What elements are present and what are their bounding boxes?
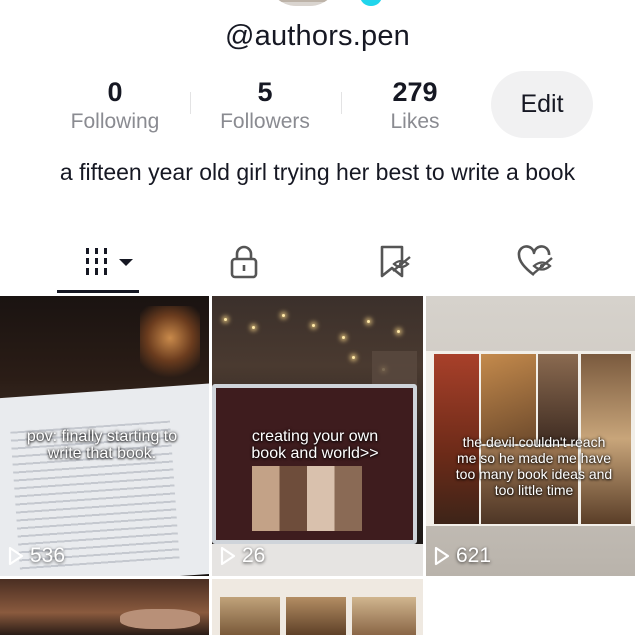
view-count-value: 536 [30,544,66,567]
string-light [282,314,285,317]
view-count-value: 621 [456,544,492,567]
video-caption: the devil couldn't reach me so he made m… [455,434,613,498]
heart-hidden-icon [517,245,553,277]
lock-icon [230,245,258,279]
thumbnail-image [120,609,200,629]
profile-tabs [0,234,635,294]
video-caption: creating your own book and world>> [251,428,379,462]
thumbnail-image [538,354,578,444]
string-light [342,336,345,339]
string-light [397,330,400,333]
stat-divider [190,92,191,114]
active-tab-indicator [57,290,139,293]
video-thumbnail[interactable]: creating your own book and world>> 26 [212,296,423,576]
view-count-value: 26 [242,544,266,567]
video-thumbnail[interactable]: the devil couldn't reach me so he made m… [426,296,635,576]
video-thumbnail[interactable] [212,579,423,635]
string-light [352,356,355,359]
play-icon [220,546,236,566]
thumbnail-image [286,597,346,635]
stat-divider [341,92,342,114]
video-grid: pov: finally starting to write that book… [0,296,635,635]
username: @authors.pen [224,20,410,52]
view-count: 621 [434,544,491,568]
stat-likes-value: 279 [392,77,438,107]
tab-videos[interactable] [57,234,167,290]
video-thumbnail[interactable]: pov: finally starting to write that book… [0,296,209,576]
avatar[interactable] [268,0,338,6]
tab-favorites[interactable] [340,234,450,290]
grid-bars-icon [86,248,133,275]
profile-bio: a fifteen year old girl trying her best … [59,159,576,185]
tab-private[interactable] [189,234,299,290]
stat-followers-label: Followers [220,110,310,133]
string-light [367,320,370,323]
string-light [252,326,255,329]
play-icon [434,546,450,566]
bookmark-hidden-icon [380,245,411,278]
verified-badge-icon [360,0,382,6]
stat-followers[interactable]: 5 Followers [200,76,330,136]
play-icon [8,546,24,566]
string-light [224,318,227,321]
thumbnail-image [481,354,536,444]
tab-liked[interactable] [481,234,591,290]
stat-following[interactable]: 0 Following [50,76,180,136]
thumbnail-image [252,466,362,531]
stat-likes-label: Likes [390,110,440,133]
view-count: 26 [220,544,265,568]
thumbnail-image [140,306,200,386]
string-light [312,324,315,327]
stat-followers-value: 5 [257,77,273,107]
video-thumbnail[interactable] [0,579,209,635]
view-count: 536 [8,544,65,568]
thumbnail-image [220,597,280,635]
thumbnail-image [352,597,416,635]
stat-following-label: Following [70,110,160,133]
video-caption: pov: finally starting to write that book… [26,428,178,462]
stat-following-value: 0 [107,77,123,107]
stat-likes[interactable]: 279 Likes [350,76,480,136]
edit-profile-button[interactable]: Edit [491,71,593,138]
